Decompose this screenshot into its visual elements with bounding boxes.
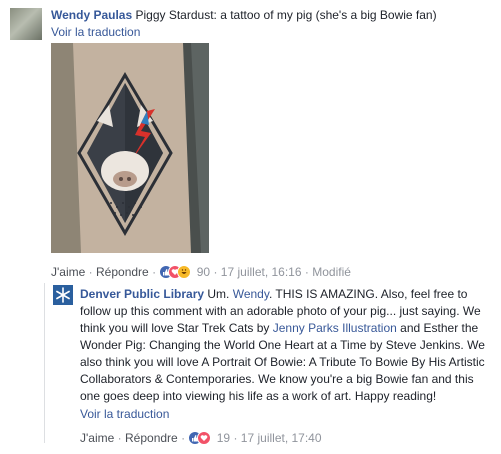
reply-see-translation-link[interactable]: Voir la traduction bbox=[80, 406, 490, 422]
haha-reaction-icon bbox=[177, 265, 192, 279]
mention-wendy[interactable]: Wendy bbox=[233, 287, 269, 301]
comment-text: Piggy Stardust: a tattoo of my pig (she'… bbox=[135, 8, 437, 22]
reaction-count[interactable]: 90 bbox=[197, 265, 210, 279]
mention-jenny-parks[interactable]: Jenny Parks Illustration bbox=[273, 321, 397, 335]
reply-reply-link[interactable]: Répondre bbox=[125, 431, 178, 445]
see-translation-link[interactable]: Voir la traduction bbox=[51, 24, 491, 40]
reply-reactions-summary[interactable] bbox=[188, 431, 213, 445]
comment-timestamp[interactable]: 17 juillet, 16:16 bbox=[221, 265, 302, 279]
reply-like-link[interactable]: J'aime bbox=[80, 431, 114, 445]
comment-actions: J'aime · Répondre · 90 · 17 juillet, 16:… bbox=[51, 265, 351, 279]
reply-avatar[interactable] bbox=[53, 285, 73, 305]
reply-link[interactable]: Répondre bbox=[96, 265, 149, 279]
reply-actions: J'aime · Répondre · 19 · 17 juillet, 17:… bbox=[80, 431, 322, 445]
comment-photo[interactable] bbox=[51, 43, 209, 253]
reply-comment: Denver Public Library Um. Wendy. THIS IS… bbox=[80, 286, 490, 422]
reply-timestamp[interactable]: 17 juillet, 17:40 bbox=[241, 431, 322, 445]
comment-author[interactable]: Wendy Paulas bbox=[51, 8, 132, 22]
edited-label[interactable]: Modifié bbox=[312, 265, 351, 279]
comment: Wendy Paulas Piggy Stardust: a tattoo of… bbox=[51, 7, 491, 40]
reactions-summary[interactable] bbox=[159, 265, 193, 279]
commenter-avatar[interactable] bbox=[10, 8, 42, 40]
reply-text-part-1: Um. bbox=[204, 287, 233, 301]
reply-thread-line bbox=[44, 283, 45, 443]
reply-reaction-count[interactable]: 19 bbox=[217, 431, 230, 445]
snowflake-logo-icon bbox=[56, 287, 70, 303]
tattoo-photo-image bbox=[51, 43, 209, 253]
love-reaction-icon bbox=[197, 431, 212, 445]
reply-author[interactable]: Denver Public Library bbox=[80, 287, 204, 301]
like-link[interactable]: J'aime bbox=[51, 265, 85, 279]
